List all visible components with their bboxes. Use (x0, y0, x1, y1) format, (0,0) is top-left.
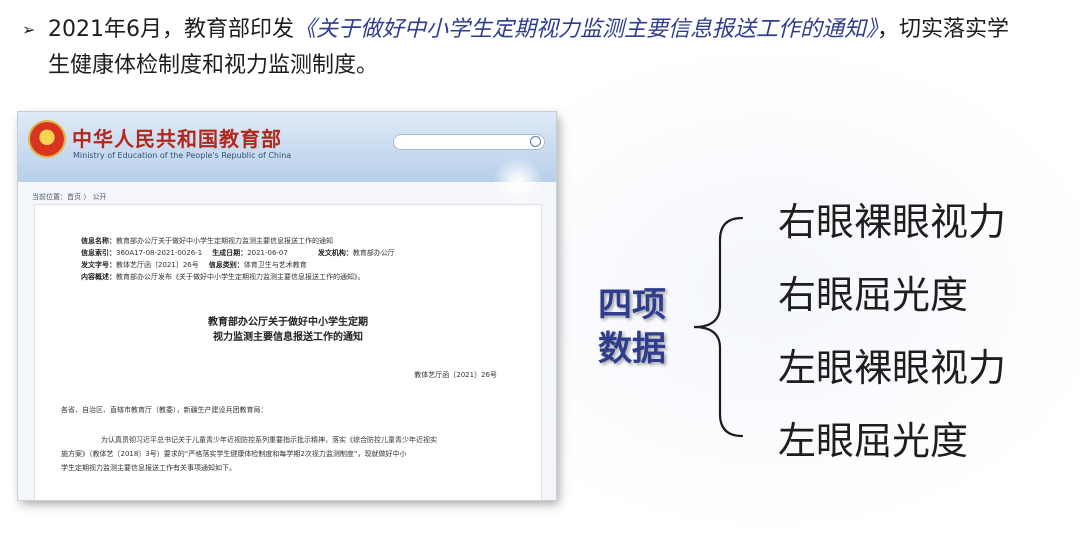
meta-label: 发文字号： (81, 261, 116, 269)
intro-line-1: ➢ 2021年6月，教育部印发《关于做好中小学生定期视力监测主要信息报送工作的通知… (22, 12, 1072, 48)
intro-suffix: ，切实落实学 (877, 17, 1010, 42)
list-item: 左眼裸眼视力 (778, 346, 1007, 390)
intro-paragraph: ➢ 2021年6月，教育部印发《关于做好中小学生定期视力监测主要信息报送工作的通知… (22, 12, 1072, 84)
list-item: 右眼屈光度 (778, 273, 969, 317)
site-title: 中华人民共和国教育部 (72, 127, 282, 151)
document-title-line: 视力监测主要信息报送工作的通知 (213, 332, 363, 343)
meta-value: 2021-06-07 (247, 249, 288, 257)
meta-value: 教育部办公厅关于做好中小学生定期视力监测主要信息报送工作的通知 (116, 237, 333, 245)
label-line: 数据 (598, 329, 666, 369)
document-body: 各省、自治区、直辖市教育厅（教委），新疆生产建设兵团教育局： 为认真贯彻习近平总… (61, 403, 521, 475)
body-text: 学生定期视力监测主要信息报送工作有关事项通知如下。 (61, 464, 236, 472)
document-title: 教育部办公厅关于做好中小学生定期 视力监测主要信息报送工作的通知 (35, 315, 541, 345)
notice-title-link[interactable]: 《关于做好中小学生定期视力监测主要信息报送工作的通知》 (294, 17, 877, 42)
meta-row-name: 信息名称：教育部办公厅关于做好中小学生定期视力监测主要信息报送工作的通知 (81, 235, 395, 247)
search-icon[interactable] (530, 136, 541, 147)
document-metadata: 信息名称：教育部办公厅关于做好中小学生定期视力监测主要信息报送工作的通知 信息索… (81, 235, 395, 283)
ministry-website-screenshot: 中华人民共和国教育部 Ministry of Education of the … (18, 112, 556, 500)
meta-row-index: 信息索引：360A17-08-2021-0026-1 生成日期：2021-06-0… (81, 247, 395, 259)
meta-label: 信息名称： (81, 237, 116, 245)
site-header: 中华人民共和国教育部 Ministry of Education of the … (18, 112, 556, 212)
meta-value: 教体艺厅函〔2021〕26号 (116, 261, 199, 269)
meta-value: 教育部办公厅发布《关于做好中小学生定期视力监测主要信息报送工作的通知》。 (116, 273, 365, 281)
meta-label: 信息类别： (208, 261, 244, 269)
salutation: 各省、自治区、直辖市教育厅（教委），新疆生产建设兵团教育局： (61, 406, 268, 414)
label-line: 四项 (598, 285, 666, 325)
national-emblem-icon (30, 122, 64, 156)
intro-prefix: 2021年6月，教育部印发 (48, 17, 294, 42)
list-item: 右眼裸眼视力 (778, 200, 1007, 244)
meta-row-docno: 发文字号：教体艺厅函〔2021〕26号 信息类别：体育卫生与艺术教育 (81, 259, 395, 271)
meta-label: 信息索引： (81, 249, 116, 257)
body-text: 施方案》（教体艺〔2018〕3号）要求的“严格落实学生健康体检制度和每学期2次视… (61, 450, 407, 458)
arrow-bullet-icon: ➢ (22, 20, 36, 39)
body-paragraph: 为认真贯彻习近平总书记关于儿童青少年近视防控系列重要指示批示精神，落实《综合防控… (61, 433, 521, 475)
meta-value: 体育卫生与艺术教育 (243, 261, 307, 269)
body-text: 为认真贯彻习近平总书记关于儿童青少年近视防控系列重要指示批示精神，落实《综合防控… (101, 436, 437, 444)
site-subtitle: Ministry of Education of the People's Re… (73, 151, 292, 160)
breadcrumb[interactable]: 当前位置：首页 〉 公开 (32, 192, 106, 202)
meta-label: 内容概述： (81, 273, 116, 281)
intro-line-2: 生健康体检制度和视力监测制度。 (48, 53, 379, 78)
dandelion-decoration (488, 152, 548, 212)
document-title-line: 教育部办公厅关于做好中小学生定期 (208, 317, 368, 328)
list-item: 左眼屈光度 (778, 419, 969, 463)
curly-brace-icon (693, 216, 744, 438)
four-data-label: 四项 数据 (598, 283, 688, 371)
document-page: 信息名称：教育部办公厅关于做好中小学生定期视力监测主要信息报送工作的通知 信息索… (34, 204, 542, 500)
meta-value: 360A17-08-2021-0026-1 (116, 249, 203, 257)
meta-label: 生成日期： (212, 249, 248, 257)
document-number: 教体艺厅函〔2021〕26号 (414, 371, 497, 379)
data-items-list: 右眼裸眼视力 右眼屈光度 左眼裸眼视力 左眼屈光度 (778, 186, 1006, 478)
meta-value: 教育部办公厅 (352, 249, 395, 257)
meta-row-summary: 内容概述：教育部办公厅发布《关于做好中小学生定期视力监测主要信息报送工作的通知》… (81, 271, 395, 283)
site-search-input[interactable] (393, 134, 545, 150)
meta-label: 发文机构： (317, 249, 353, 257)
